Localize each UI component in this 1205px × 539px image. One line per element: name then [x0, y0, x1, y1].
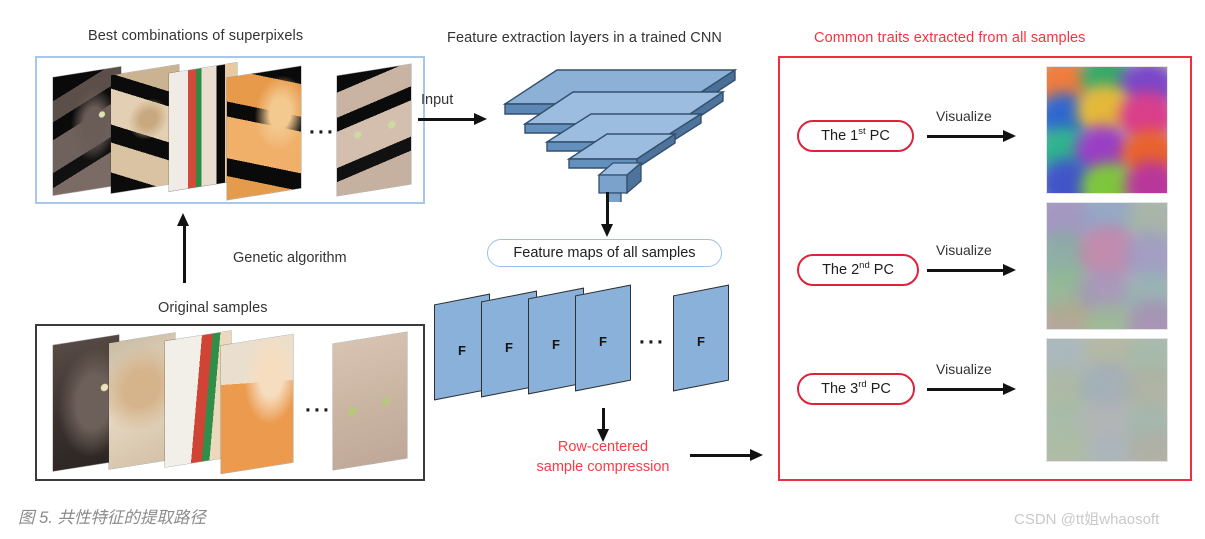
feature-maps-pill-label: Feature maps of all samples: [513, 245, 696, 261]
visualize-arrow-shaft-3: [927, 388, 1005, 391]
feature-map-letter: F: [458, 343, 466, 358]
feature-maps-pill: Feature maps of all samples: [487, 239, 722, 267]
feature-map-letter: F: [599, 334, 607, 349]
genetic-algorithm-arrow-shaft: [183, 225, 186, 283]
watermark: CSDN @tt姐whaosoft: [1014, 511, 1160, 528]
feature-map-letter: F: [505, 340, 513, 355]
feature-maps-group: F F F F ··· F: [430, 284, 760, 405]
compression-to-traits-arrow-shaft: [690, 454, 752, 457]
cnn-to-featuremaps-arrow-shaft: [606, 192, 609, 227]
feature-map-letter: F: [552, 337, 560, 352]
original-samples-panel: ···: [35, 324, 425, 481]
original-samples-title: Original samples: [158, 300, 268, 316]
visualize-arrow-head-1: [1003, 130, 1016, 142]
feature-map-letter: F: [697, 334, 705, 349]
cnn-pyramid-icon: [502, 68, 738, 223]
visualize-label-1: Visualize: [936, 108, 992, 124]
pc-visualization-1: [1046, 66, 1168, 194]
pc-pill-3: The 3rd PC: [797, 373, 915, 405]
cnn-pyramid: [495, 62, 745, 223]
figure-caption: 图 5. 共性特征的提取路径: [18, 509, 206, 527]
input-label: Input: [421, 92, 454, 108]
pc-pill-3-label: The 3rd PC: [821, 379, 891, 397]
visualize-arrow-head-3: [1003, 383, 1016, 395]
superpixels-panel: ···: [35, 56, 425, 204]
superpixel-card: [337, 64, 411, 196]
original-sample-card: [221, 334, 293, 474]
visualize-label-3: Visualize: [936, 361, 992, 377]
cnn-panel-title: Feature extraction layers in a trained C…: [447, 30, 722, 46]
pc-pill-1: The 1st PC: [797, 120, 914, 152]
visualize-arrow-shaft-2: [927, 269, 1005, 272]
visualize-arrow-head-2: [1003, 264, 1016, 276]
visualize-label-2: Visualize: [936, 242, 992, 258]
original-samples-ellipsis: ···: [305, 399, 332, 422]
genetic-algorithm-label: Genetic algorithm: [233, 250, 347, 266]
pc-visualization-3: [1046, 338, 1168, 462]
pc-pill-2-label: The 2nd PC: [822, 260, 894, 278]
pc-pill-2: The 2nd PC: [797, 254, 919, 286]
feature-maps-ellipsis: ···: [639, 331, 666, 354]
pc-visualization-2: [1046, 202, 1168, 330]
superpixel-card: [227, 66, 301, 200]
compression-label: Row-centered sample compression: [528, 437, 678, 477]
visualize-arrow-shaft-1: [927, 135, 1005, 138]
original-sample-card: [333, 332, 407, 470]
compression-label-line1: Row-centered: [557, 439, 649, 455]
compression-to-traits-arrow-head: [750, 449, 763, 461]
cnn-to-featuremaps-arrow-head: [601, 224, 613, 237]
superpixels-panel-title: Best combinations of superpixels: [88, 28, 304, 44]
pc-pill-1-label: The 1st PC: [821, 126, 890, 144]
genetic-algorithm-arrow-head: [177, 213, 189, 226]
input-arrow-shaft: [418, 118, 476, 121]
input-arrow-head: [474, 113, 487, 125]
compression-label-line2: sample compression: [536, 459, 670, 475]
common-traits-title: Common traits extracted from all samples: [814, 30, 1086, 46]
superpixels-ellipsis: ···: [309, 121, 336, 144]
